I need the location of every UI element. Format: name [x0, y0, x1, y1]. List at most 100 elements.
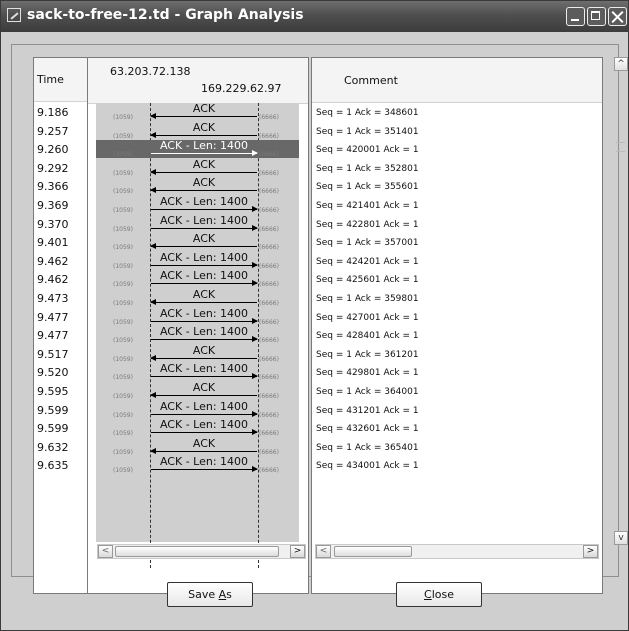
left-port-label: (1059) [113, 412, 133, 419]
graph-header: 63.203.72.138 169.229.62.97 [88, 58, 308, 104]
right-port-label: (6666) [259, 467, 279, 474]
close-icon[interactable] [608, 7, 627, 26]
flow-arrow-left[interactable] [150, 355, 257, 361]
flow-arrow-right[interactable] [151, 280, 258, 286]
flow-label[interactable]: ACK - Len: 1400 [150, 325, 258, 338]
flow-label[interactable]: ACK [150, 121, 258, 134]
comment-cell: Seq = 427001 Ack = 1 [316, 313, 419, 323]
flow-label[interactable]: ACK [150, 437, 258, 450]
vertical-scrollbar[interactable]: ^ v [613, 57, 629, 569]
flow-label[interactable]: ACK [150, 102, 258, 115]
scroll-left-icon[interactable]: < [98, 545, 113, 558]
flow-label[interactable]: ACK [150, 232, 258, 245]
left-port-label: (1059) [113, 207, 133, 214]
comment-cell: Seq = 1 Ack = 365401 [316, 443, 419, 453]
flow-label[interactable]: ACK [150, 288, 258, 301]
comment-cell: Seq = 1 Ack = 351401 [316, 127, 419, 137]
comment-cell: Seq = 1 Ack = 364001 [316, 387, 419, 397]
time-cell: 9.599 [37, 404, 69, 417]
comment-panel: Comment Seq = 1 Ack = 348601 Seq = 1 Ack … [311, 57, 603, 594]
graph-hscrollbar[interactable]: < > [97, 544, 306, 559]
right-host-label: 169.229.62.97 [201, 82, 282, 95]
time-cell: 9.599 [37, 422, 69, 435]
comment-cell: Seq = 428401 Ack = 1 [316, 331, 419, 341]
flow-arrow-left[interactable] [150, 132, 257, 138]
graph-hscroll-thumb[interactable] [115, 546, 279, 557]
right-port-label: (6666) [259, 337, 279, 344]
comment-cell: Seq = 422801 Ack = 1 [316, 220, 419, 230]
flow-arrow-right[interactable] [151, 411, 258, 417]
maximize-icon[interactable] [587, 7, 606, 26]
time-cell: 9.186 [37, 106, 69, 119]
minimize-icon[interactable] [566, 7, 585, 26]
scroll-right-icon[interactable]: > [290, 545, 305, 558]
right-port-label: (6666) [259, 356, 279, 363]
flow-arrow-left[interactable] [150, 113, 257, 119]
comment-cell: Seq = 1 Ack = 348601 [316, 108, 419, 118]
left-port-label: (1059) [113, 133, 133, 140]
comment-cell: Seq = 1 Ack = 357001 [316, 238, 419, 248]
left-port-label: (1059) [113, 188, 133, 195]
comment-hscrollbar[interactable]: < > [315, 544, 599, 559]
title-bar[interactable]: sack-to-free-12.td - Graph Analysis [1, 1, 628, 32]
flow-arrow-left[interactable] [150, 448, 257, 454]
graph-icon [7, 8, 21, 22]
graph-analysis-window: sack-to-free-12.td - Graph Analysis Time… [0, 0, 629, 631]
flow-label[interactable]: ACK [150, 158, 258, 171]
flow-arrow-left[interactable] [150, 243, 257, 249]
vertical-scroll-thumb[interactable] [616, 142, 625, 152]
flow-label[interactable]: ACK - Len: 1400 [150, 251, 258, 264]
flow-arrow-right[interactable] [151, 262, 258, 268]
time-cell: 9.292 [37, 162, 69, 175]
window-title: sack-to-free-12.td - Graph Analysis [27, 7, 304, 23]
flow-arrow-right[interactable] [151, 150, 258, 156]
flow-label[interactable]: ACK [150, 176, 258, 189]
left-port-label: (1059) [113, 226, 133, 233]
close-button[interactable]: Close [396, 582, 482, 607]
flow-label[interactable]: ACK - Len: 1400 [150, 139, 258, 152]
time-header: Time [34, 58, 89, 102]
scroll-left-icon[interactable]: < [316, 545, 331, 558]
flow-label[interactable]: ACK - Len: 1400 [150, 362, 258, 375]
time-cell: 9.366 [37, 180, 69, 193]
flow-label[interactable]: ACK - Len: 1400 [150, 455, 258, 468]
flow-arrow-right[interactable] [151, 466, 258, 472]
time-cell: 9.257 [37, 125, 69, 138]
flow-label[interactable]: ACK - Len: 1400 [150, 214, 258, 227]
scroll-right-icon[interactable]: > [583, 545, 598, 558]
close-label-end: lose [431, 588, 454, 601]
scroll-up-icon[interactable]: ^ [614, 57, 628, 71]
flow-label[interactable]: ACK - Len: 1400 [150, 195, 258, 208]
right-port-label: (6666) [259, 449, 279, 456]
right-port-label: (6666) [259, 188, 279, 195]
scroll-down-icon[interactable]: v [614, 531, 628, 545]
flow-arrow-left[interactable] [150, 299, 257, 305]
flow-arrow-right[interactable] [151, 206, 258, 212]
flow-arrow-right[interactable] [151, 318, 258, 324]
flow-label[interactable]: ACK - Len: 1400 [150, 400, 258, 413]
flow-label[interactable]: ACK - Len: 1400 [150, 269, 258, 282]
save-as-button[interactable]: Save As [167, 582, 253, 607]
flow-label[interactable]: ACK - Len: 1400 [150, 307, 258, 320]
flow-arrow-left[interactable] [150, 187, 257, 193]
right-port-label: (6666) [259, 151, 279, 158]
right-port-label: (6666) [259, 170, 279, 177]
flow-arrow-right[interactable] [151, 336, 258, 342]
flow-arrow-left[interactable] [150, 169, 257, 175]
flow-arrow-left[interactable] [150, 392, 257, 398]
flow-arrow-right[interactable] [151, 429, 258, 435]
comment-cell: Seq = 1 Ack = 361201 [316, 350, 419, 360]
right-port-label: (6666) [259, 430, 279, 437]
graph-panel[interactable]: 63.203.72.138 169.229.62.97 ACK (1059) (66… [87, 57, 309, 594]
flow-label[interactable]: ACK [150, 381, 258, 394]
right-port-label: (6666) [259, 207, 279, 214]
flow-label[interactable]: ACK [150, 344, 258, 357]
flow-label[interactable]: ACK - Len: 1400 [150, 418, 258, 431]
flow-arrow-right[interactable] [151, 225, 258, 231]
left-port-label: (1059) [113, 467, 133, 474]
left-port-label: (1059) [113, 356, 133, 363]
left-port-label: (1059) [113, 430, 133, 437]
comment-hscroll-thumb[interactable] [334, 546, 412, 557]
flow-arrow-right[interactable] [151, 373, 258, 379]
time-cell: 9.517 [37, 348, 69, 361]
